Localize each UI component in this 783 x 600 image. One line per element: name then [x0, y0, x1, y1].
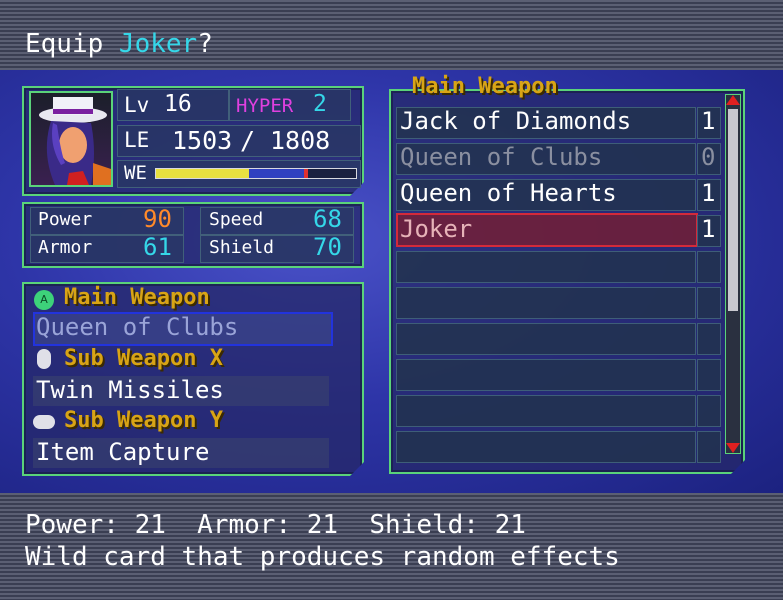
list-item-name-4: Joker [400, 215, 473, 243]
list-row-empty-count-cell [697, 395, 721, 427]
scrollbar-thumb[interactable] [728, 109, 738, 311]
sub-weapon-y-value: Item Capture [36, 438, 210, 466]
sub-weapon-y-label: Sub Weapon Y [64, 408, 223, 433]
speed-label: Speed [209, 209, 264, 230]
a-button-icon: A [34, 290, 54, 310]
shield-label: Shield [209, 237, 275, 258]
armor-label: Armor [38, 237, 93, 258]
page-title: Equip Joker? [25, 31, 213, 57]
list-row-empty [396, 323, 696, 355]
speed-value: 68 [313, 205, 342, 233]
scroll-down-icon[interactable] [726, 443, 740, 453]
power-value: 90 [143, 205, 172, 233]
main-weapon-slot-value: Queen of Clubs [36, 313, 239, 341]
list-row-empty [396, 395, 696, 427]
list-row-empty [396, 251, 696, 283]
sub-weapon-x-label: Sub Weapon X [64, 346, 223, 371]
we-gauge-fill [156, 169, 306, 178]
x-button-icon [37, 349, 51, 369]
y-button-icon [33, 415, 55, 429]
main-weapon-slot-label: Main Weapon [64, 285, 210, 310]
weapon-stats-text: Power: 21 Armor: 21 Shield: 21 [25, 510, 526, 540]
weapon-list-header: Main Weapon [412, 74, 558, 99]
list-row-empty [396, 287, 696, 319]
power-label: Power [38, 209, 93, 230]
we-label: WE [124, 162, 147, 184]
portrait-icon [39, 97, 111, 185]
list-row-empty-count-cell [697, 287, 721, 319]
character-portrait [29, 91, 113, 187]
we-gauge [155, 168, 357, 179]
list-item-count-1: 1 [701, 107, 716, 135]
weapon-description: Wild card that produces random effects [25, 542, 620, 572]
level-label: Lv [124, 93, 150, 117]
list-item-count-3: 1 [701, 179, 716, 207]
hyper-value: 2 [313, 91, 327, 117]
list-scrollbar[interactable] [725, 94, 741, 454]
title-suffix: ? [197, 29, 213, 59]
list-row-empty-count-cell [697, 359, 721, 391]
list-row-empty-count-cell [697, 323, 721, 355]
title-prefix: Equip [25, 29, 119, 59]
we-gauge-marker [304, 169, 308, 178]
list-item-name-3: Queen of Hearts [400, 179, 617, 207]
list-row-empty-count-cell [697, 431, 721, 463]
list-item-count-4: 1 [701, 215, 716, 243]
title-weapon-name: Joker [118, 29, 198, 59]
scroll-up-icon[interactable] [726, 95, 740, 105]
list-item-count-2: 0 [701, 143, 716, 171]
list-row-empty [396, 431, 696, 463]
hyper-label: HYPER [236, 95, 294, 117]
list-item-name-1: Jack of Diamonds [400, 107, 632, 135]
le-label: LE [124, 128, 150, 152]
level-value: 16 [164, 91, 192, 117]
shield-value: 70 [313, 233, 342, 261]
list-row-empty [396, 359, 696, 391]
sub-weapon-x-value: Twin Missiles [36, 376, 224, 404]
list-row-empty-count-cell [697, 251, 721, 283]
armor-value: 61 [143, 233, 172, 261]
list-item-name-2: Queen of Clubs [400, 143, 603, 171]
le-current: 1503 [172, 126, 233, 155]
le-max: 1808 [270, 126, 331, 155]
le-separator: / [240, 126, 256, 155]
